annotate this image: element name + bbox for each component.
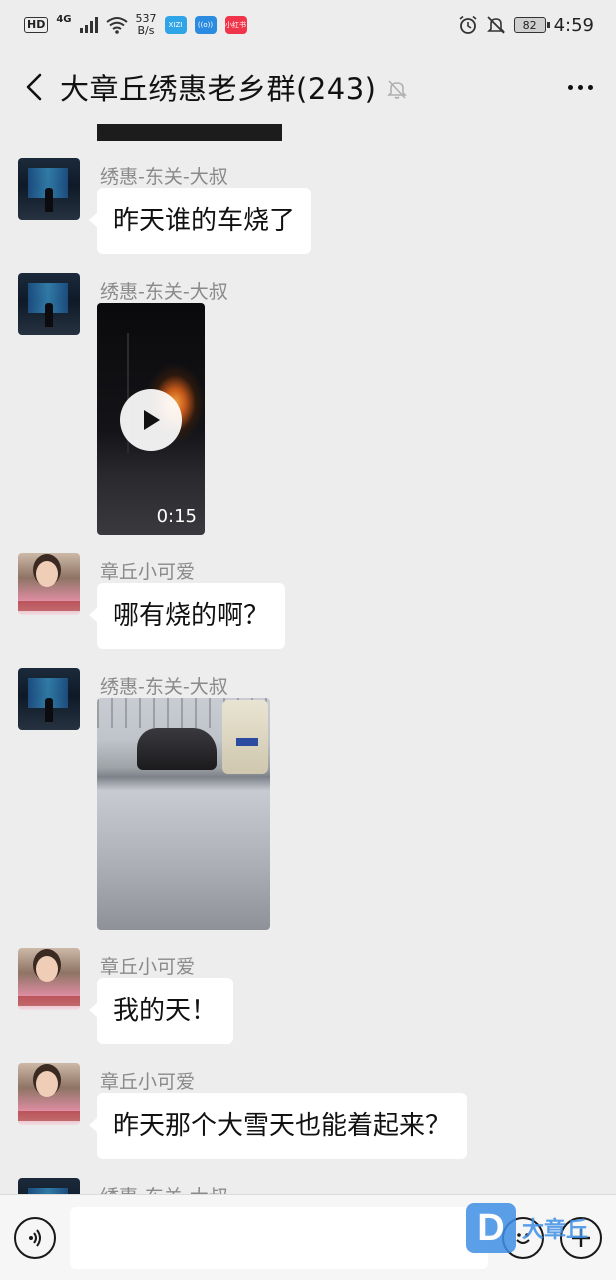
sender-name: 绣惠-东关-大叔 <box>100 281 228 303</box>
wifi-icon <box>105 17 128 34</box>
app-notification-xizi-icon: XIZI <box>164 16 187 34</box>
avatar[interactable] <box>18 948 80 1010</box>
sender-name: 章丘小可爱 <box>100 956 196 978</box>
watermark-text: 大章丘 <box>522 1218 589 1243</box>
dot-icon <box>587 84 593 90</box>
avatar[interactable] <box>18 273 80 335</box>
watermark-logo: D <box>466 1203 516 1253</box>
network-speed: 537 B/s <box>136 13 157 37</box>
app-notification-xiaohongshu-icon: 小红书 <box>224 16 247 34</box>
mute-notifications-icon <box>486 16 505 34</box>
sender-name: 绣惠-东关-大叔 <box>100 166 228 188</box>
signal-icon <box>79 17 98 33</box>
more-options-button[interactable] <box>560 69 600 105</box>
message-item: 绣惠-东关-大叔 昨天谁的车烧了 <box>0 158 616 258</box>
message-item: 章丘小可爱 哪有烧的啊？ <box>0 553 616 653</box>
chat-header: 大章丘绣惠老乡群(243) <box>0 50 616 124</box>
hd-indicator: HD <box>24 17 49 33</box>
avatar[interactable] <box>18 1063 80 1125</box>
avatar[interactable] <box>18 1178 80 1194</box>
text-bubble[interactable]: 昨天那个大雪天也能着起来？ <box>88 1093 468 1159</box>
watermark: D 大章丘 <box>466 1203 588 1253</box>
chevron-left-icon <box>26 73 42 101</box>
avatar[interactable] <box>18 553 80 615</box>
network-type: 4G <box>56 13 72 25</box>
avatar[interactable] <box>18 668 80 730</box>
photo-van <box>222 700 268 774</box>
sender-name: 绣惠-东关-大叔 <box>100 1182 228 1194</box>
text-bubble[interactable]: 哪有烧的啊？ <box>88 583 286 649</box>
text-bubble[interactable]: 昨天谁的车烧了 <box>88 188 312 254</box>
video-message[interactable]: 0:15 <box>97 303 205 535</box>
avatar[interactable] <box>18 158 80 220</box>
sender-name: 绣惠-东关-大叔 <box>100 676 228 698</box>
message-item: 章丘小可爱 我的天！ <box>0 948 616 1048</box>
dot-icon <box>567 84 573 90</box>
text-bubble[interactable]: 我的天！ <box>88 978 234 1044</box>
previous-image-fragment[interactable] <box>97 124 282 141</box>
sender-name: 章丘小可爱 <box>100 561 196 583</box>
speed-unit: B/s <box>137 24 155 37</box>
status-right: 82 4:59 <box>458 15 594 36</box>
message-item: 章丘小可爱 昨天那个大雪天也能着起来？ <box>0 1063 616 1163</box>
app-notification-radio-icon: ((o)) <box>194 16 217 34</box>
voice-icon <box>29 1228 41 1247</box>
video-duration: 0:15 <box>156 506 197 527</box>
back-button[interactable] <box>16 69 52 105</box>
status-left: HD 4G 537 B/s XIZI ((o)) 小红书 <box>24 13 247 37</box>
photo-burned-car <box>137 728 217 770</box>
status-bar: HD 4G 537 B/s XIZI ((o)) 小红书 82 4:59 <box>0 0 616 50</box>
message-item: 绣惠-东关-大叔 <box>0 668 616 934</box>
message-item: 绣惠-东关-大叔 <box>0 1178 616 1194</box>
clock: 4:59 <box>553 14 594 36</box>
play-icon <box>144 410 160 430</box>
image-message[interactable] <box>97 698 270 930</box>
message-item: 绣惠-东关-大叔 0:15 <box>0 273 616 539</box>
play-button[interactable] <box>120 389 182 451</box>
sender-name: 章丘小可爱 <box>100 1071 196 1093</box>
dot-icon <box>577 84 583 90</box>
battery-indicator: 82 <box>513 17 550 33</box>
voice-input-button[interactable] <box>14 1216 56 1259</box>
muted-bell-icon <box>387 80 408 99</box>
chat-title: 大章丘绣惠老乡群(243) <box>60 72 377 106</box>
alarm-icon <box>459 15 477 34</box>
chat-message-list[interactable]: 绣惠-东关-大叔 昨天谁的车烧了 绣惠-东关-大叔 0:15 章丘小可爱 哪有烧… <box>0 124 616 1194</box>
message-text-input[interactable] <box>70 1206 488 1269</box>
photo-plate <box>236 738 258 746</box>
